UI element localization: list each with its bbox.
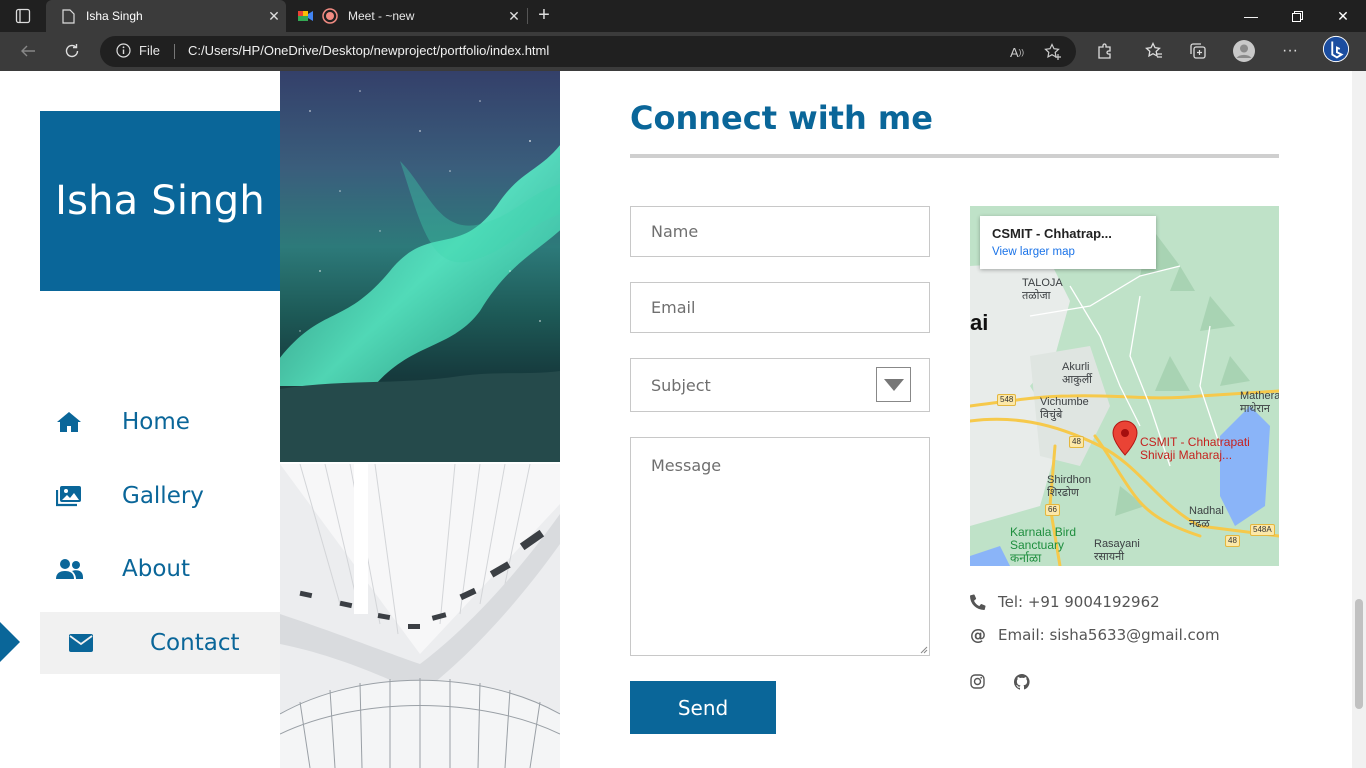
subject-select[interactable]: Subject (630, 358, 930, 412)
email-field[interactable]: Email (630, 282, 930, 333)
info-icon (116, 43, 131, 58)
meet-icon (298, 8, 314, 24)
more-icon[interactable]: ··· (1276, 38, 1304, 64)
nav-item-gallery[interactable]: Gallery (40, 465, 280, 527)
brand-name: Isha Singh (55, 178, 265, 224)
scrollbar-thumb[interactable] (1355, 599, 1363, 709)
address-separator (174, 44, 175, 59)
nav-item-about[interactable]: About (40, 538, 280, 600)
heading-divider (630, 154, 1279, 158)
home-icon (40, 411, 98, 433)
active-nav-pointer (0, 622, 20, 662)
add-favorite-icon[interactable] (1042, 41, 1064, 63)
subject-placeholder: Subject (651, 375, 711, 395)
map-label-rasayani: Rasayani रसायनी (1094, 538, 1140, 563)
extensions-icon[interactable] (1091, 38, 1119, 64)
map-place-title: CSMIT - Chhatrap... (992, 226, 1112, 241)
tab-title: Meet - ~new (348, 9, 415, 23)
name-field[interactable]: Name (630, 206, 930, 257)
site-info-button[interactable]: File (116, 43, 160, 58)
message-textarea[interactable]: Message (630, 437, 930, 656)
gallery-icon (40, 485, 98, 507)
message-placeholder: Message (651, 456, 722, 475)
tab-isha-singh[interactable]: Isha Singh ✕ (46, 0, 286, 32)
phone-icon (970, 594, 998, 610)
minimize-icon[interactable]: — (1228, 0, 1274, 32)
road-badge: 548 (997, 394, 1017, 406)
map-label-nadhal: Nadhal नढळ (1189, 505, 1224, 530)
aurora-image (280, 71, 560, 462)
road-badge: 48 (1225, 535, 1240, 547)
decorative-image-column (280, 71, 560, 768)
email-placeholder: Email (651, 298, 696, 317)
collections-icon[interactable] (1184, 38, 1212, 64)
github-icon[interactable] (1013, 674, 1030, 690)
tab-divider (527, 8, 528, 24)
nav-label: Contact (150, 630, 240, 656)
map-label-karnala: Karnala Bird Sanctuary कर्नाळा (1010, 525, 1077, 565)
tab-title: Isha Singh (86, 9, 143, 23)
map-label-akurli: Akurli आकुर्ली (1062, 361, 1092, 386)
profile-icon[interactable] (1230, 38, 1258, 64)
page-icon (60, 8, 76, 24)
resize-handle-icon[interactable] (919, 645, 928, 654)
browser-tab-bar: Isha Singh ✕ Meet - ~new ✕ + — ✕ (0, 0, 1366, 32)
page-title: Connect with me (630, 99, 933, 137)
nav-label: Gallery (122, 483, 204, 509)
read-aloud-icon[interactable]: A)) (1006, 41, 1028, 63)
envelope-icon (40, 634, 122, 652)
close-window-icon[interactable]: ✕ (1320, 0, 1366, 32)
bing-icon[interactable] (1322, 35, 1350, 63)
browser-toolbar: File C:/Users/HP/OneDrive/Desktop/newpro… (0, 32, 1366, 91)
embedded-map[interactable]: CSMIT - Chhatrap... View larger map TALO… (970, 206, 1279, 566)
nav-item-home[interactable]: Home (40, 391, 280, 453)
map-label-ai: ai (970, 310, 989, 335)
contact-email: @ Email: sisha5633@gmail.com (970, 625, 1220, 644)
refresh-icon[interactable] (58, 38, 86, 64)
view-larger-map-link[interactable]: View larger map (992, 246, 1144, 258)
url-text[interactable]: C:/Users/HP/OneDrive/Desktop/newproject/… (188, 43, 549, 58)
map-label-vichumbe: Vichumbe विचुंबे (1040, 396, 1089, 421)
map-label-mathera: Mathera माथेरान (1240, 390, 1279, 415)
brand-logo-block[interactable]: Isha Singh (40, 111, 280, 291)
tab-meet[interactable]: Meet - ~new ✕ (288, 0, 526, 32)
new-tab-icon[interactable]: + (532, 4, 556, 28)
recording-icon (322, 8, 338, 24)
tab-actions-icon[interactable] (10, 6, 38, 26)
road-badge: 66 (1045, 504, 1060, 516)
back-icon[interactable] (14, 38, 42, 64)
file-scheme-label: File (139, 43, 160, 58)
nav-label: About (122, 556, 191, 582)
portfolio-page: Isha Singh Home Gallery About Contact Co… (0, 71, 1352, 768)
close-tab-icon[interactable]: ✕ (502, 8, 526, 25)
page-scrollbar[interactable] (1352, 71, 1366, 768)
name-placeholder: Name (651, 222, 699, 241)
chevron-down-icon[interactable] (876, 367, 911, 402)
email-text: Email: sisha5633@gmail.com (998, 625, 1220, 644)
close-tab-icon[interactable]: ✕ (262, 8, 286, 25)
favorites-icon[interactable] (1140, 38, 1168, 64)
nav-label: Home (122, 409, 190, 435)
address-bar[interactable]: File C:/Users/HP/OneDrive/Desktop/newpro… (100, 36, 1076, 67)
map-label-shirdhon: Shirdhon शिरढोण (1047, 474, 1092, 499)
road-badge: 48 (1069, 436, 1084, 448)
tel-text: Tel: +91 9004192962 (998, 593, 1160, 611)
restore-icon[interactable] (1274, 0, 1320, 32)
instagram-icon[interactable] (970, 674, 986, 690)
architecture-image (280, 464, 560, 768)
map-info-card: CSMIT - Chhatrap... View larger map (980, 216, 1156, 269)
send-button[interactable]: Send (630, 681, 776, 734)
at-icon: @ (970, 625, 986, 644)
users-icon (40, 558, 98, 580)
map-label-taloja: TALOJA तळोजा (1022, 277, 1063, 302)
map-pin-label[interactable]: CSMIT - Chhatrapati Shivaji Maharaj... (1140, 436, 1250, 462)
contact-tel: Tel: +91 9004192962 (970, 593, 1160, 611)
nav-item-contact[interactable]: Contact (40, 612, 280, 674)
road-badge: 548A (1250, 524, 1275, 536)
